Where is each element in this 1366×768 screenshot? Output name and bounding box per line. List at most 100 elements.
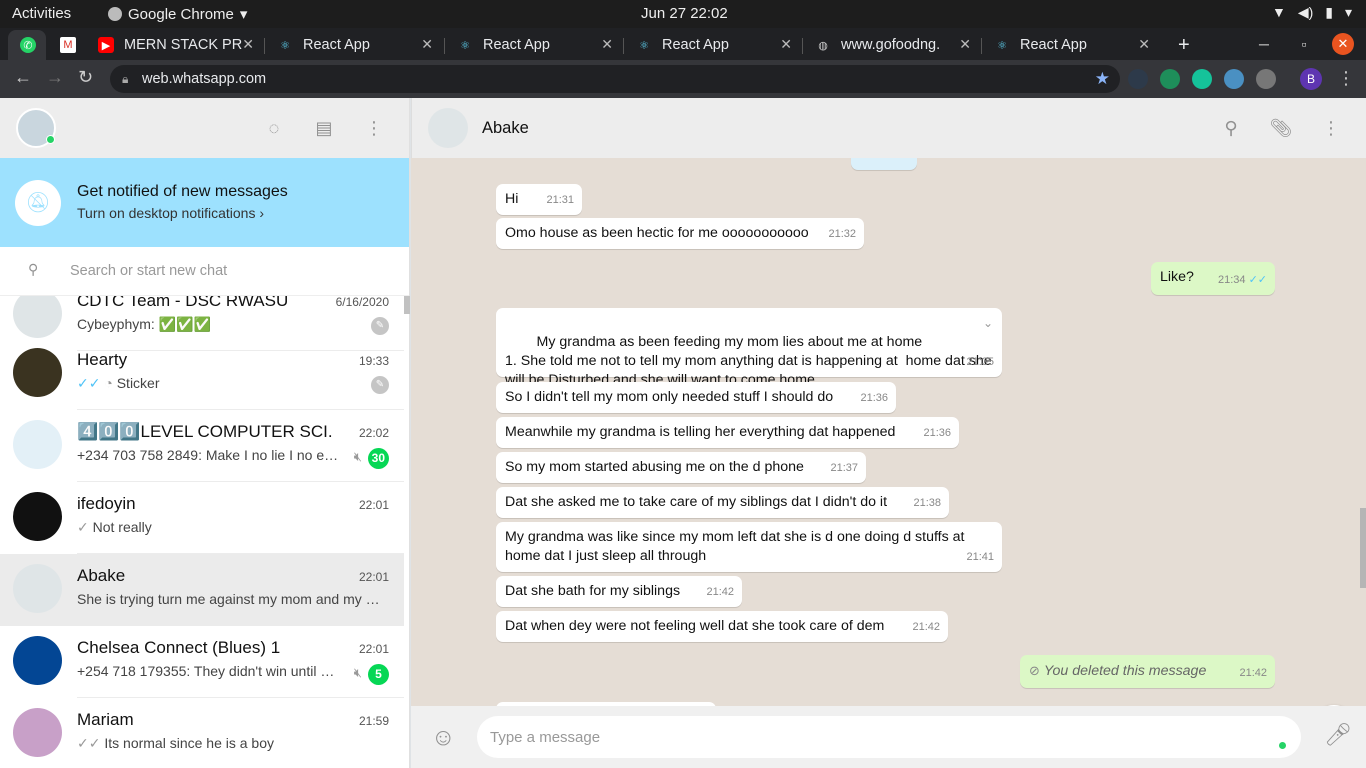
- deleted-message-bubble[interactable]: ⊘ You deleted this message 21:42: [1020, 655, 1275, 688]
- url-text: web.whatsapp.com: [142, 71, 267, 87]
- message-bubble[interactable]: Meanwhile my grandma is telling her ever…: [496, 417, 959, 448]
- pin-icon: ✎: [371, 317, 389, 335]
- app-name: Google Chrome: [128, 5, 234, 23]
- close-window-icon[interactable]: ✕: [1332, 33, 1354, 55]
- tab-label: MERN STACK PRO: [124, 37, 242, 53]
- grammarly-icon[interactable]: [1192, 69, 1212, 89]
- minimize-icon[interactable]: ─: [1244, 36, 1284, 52]
- extension-icon[interactable]: [1160, 69, 1180, 89]
- chat-preview: ✓✓ ◔ Sticker: [77, 375, 160, 391]
- activities-button[interactable]: Activities: [12, 5, 71, 22]
- tab-react-app-1[interactable]: ⚛ React App ✕: [265, 30, 443, 60]
- chat-name: 4️⃣0️⃣0️⃣LEVEL COMPUTER SCI.: [77, 422, 333, 441]
- contact-name[interactable]: Abake: [482, 119, 529, 138]
- chat-preview: +234 703 758 2849: Make I no lie I no e…: [77, 447, 339, 463]
- notification-banner[interactable]: 🔕︎ Get notified of new messages Turn on …: [0, 158, 409, 247]
- notification-link[interactable]: Turn on desktop notifications ›: [77, 205, 264, 221]
- menu-icon[interactable]: ⋮: [362, 116, 386, 140]
- avatar: [13, 492, 62, 541]
- emoji-icon[interactable]: ☺: [431, 724, 456, 752]
- chat-name: Mariam: [77, 710, 134, 729]
- chat-preview: ✓ Not really: [77, 519, 152, 535]
- new-chat-icon[interactable]: ▤: [312, 116, 336, 140]
- back-icon[interactable]: ←: [14, 67, 32, 88]
- chat-item-mariam[interactable]: Mariam 21:59 ✓✓ Its normal since he is a…: [0, 698, 404, 768]
- extension-icon[interactable]: [1256, 69, 1276, 89]
- menu-icon[interactable]: ⋮: [1319, 116, 1343, 140]
- browser-menu-icon[interactable]: ⋮: [1337, 68, 1355, 89]
- message-bubble[interactable]: Dat she bath for my siblings 21:42: [496, 576, 742, 607]
- close-tab-icon[interactable]: ✕: [242, 36, 254, 53]
- message-bubble[interactable]: So my mom started abusing me on the d ph…: [496, 452, 866, 483]
- message-bubble[interactable]: Dat when dey were not feeling well dat s…: [496, 611, 948, 642]
- window-controls: ─ ▫ ✕: [1244, 28, 1366, 60]
- new-tab-button[interactable]: +: [1166, 30, 1196, 60]
- tab-gmail[interactable]: M: [48, 30, 86, 60]
- clock[interactable]: Jun 27 22:02: [641, 5, 728, 22]
- app-menu[interactable]: Google Chrome ▾: [108, 5, 247, 23]
- search-icon[interactable]: ⚲: [1219, 116, 1243, 140]
- search-input[interactable]: [70, 257, 390, 285]
- system-tray[interactable]: ▼ ◀) ▮ ▾: [1272, 4, 1352, 21]
- message-bubble[interactable]: My grandma was like since my mom left da…: [496, 522, 1002, 572]
- tab-gofoodng[interactable]: ◍ www.gofoodng. ✕: [803, 30, 981, 60]
- bookmark-star-icon[interactable]: ★: [1095, 65, 1110, 93]
- chat-item-400level[interactable]: 4️⃣0️⃣0️⃣LEVEL COMPUTER SCI. 22:02 +234 …: [0, 410, 404, 482]
- chat-item-ifedoyin[interactable]: ifedoyin 22:01 ✓ Not really: [0, 482, 404, 554]
- close-tab-icon[interactable]: ✕: [421, 36, 433, 53]
- message-bubble[interactable]: So I didn't tell my mom only needed stuf…: [496, 382, 896, 413]
- chat-time: 22:01: [358, 498, 389, 512]
- react-icon: ⚛: [460, 39, 470, 52]
- avatar: [13, 564, 62, 613]
- status-icon[interactable]: ◌: [262, 116, 286, 140]
- message-bubble[interactable]: Like? 21:34 ✓✓: [1151, 262, 1275, 295]
- tab-react-app-2[interactable]: ⚛ React App ✕: [445, 30, 623, 60]
- tab-react-app-3[interactable]: ⚛ React App ✕: [624, 30, 802, 60]
- attach-icon[interactable]: 📎︎: [1269, 116, 1293, 140]
- message-bubble[interactable]: Dat she asked me to take care of my sibl…: [496, 487, 949, 518]
- battery-icon: ▮: [1325, 4, 1333, 20]
- chat-preview: ✓✓ Its normal since he is a boy: [77, 735, 274, 751]
- address-bar[interactable]: 🔒︎ web.whatsapp.com ★: [110, 65, 1120, 93]
- message-bubble[interactable]: Hi 21:31: [496, 184, 582, 215]
- close-tab-icon[interactable]: ✕: [1138, 36, 1150, 53]
- avatar[interactable]: [16, 108, 56, 148]
- globe-icon: ◍: [818, 39, 828, 52]
- profile-avatar[interactable]: B: [1300, 68, 1322, 90]
- chat-name: Chelsea Connect (Blues) 1: [77, 638, 281, 657]
- message-bubble[interactable]: My grandma as been feeding my mom lies a…: [496, 308, 1002, 388]
- message-input[interactable]: [477, 716, 1301, 758]
- chat-list-scrollbar[interactable]: [404, 296, 410, 314]
- message-scrollbar[interactable]: [1360, 508, 1366, 588]
- double-check-icon: ✓✓: [77, 375, 101, 391]
- chat-item-abake[interactable]: Abake 22:01 She is trying turn me agains…: [0, 554, 404, 626]
- close-tab-icon[interactable]: ✕: [780, 36, 792, 53]
- date-chip: [851, 158, 917, 170]
- chevron-down-icon[interactable]: ⌄: [983, 314, 993, 333]
- avatar[interactable]: [428, 108, 468, 148]
- close-tab-icon[interactable]: ✕: [601, 36, 613, 53]
- forward-icon[interactable]: →: [46, 67, 64, 88]
- message-bubble[interactable]: Omo house as been hectic for me oooooooo…: [496, 218, 864, 249]
- chevron-down-icon: ▾: [239, 6, 248, 23]
- close-tab-icon[interactable]: ✕: [959, 36, 971, 53]
- extension-icon[interactable]: [1224, 69, 1244, 89]
- reload-icon[interactable]: ↻: [78, 67, 93, 88]
- chat-item-chelsea[interactable]: Chelsea Connect (Blues) 1 22:01 +254 718…: [0, 626, 404, 698]
- typing-indicator: [1279, 742, 1286, 749]
- maximize-icon[interactable]: ▫: [1284, 36, 1324, 52]
- lock-icon[interactable]: 🔒︎: [122, 65, 128, 93]
- chat-item-hearty[interactable]: Hearty 19:33 ✓✓ ◔ Sticker ✎: [0, 338, 404, 410]
- tab-whatsapp[interactable]: ✆: [8, 30, 46, 60]
- react-devtools-icon[interactable]: [1128, 69, 1148, 89]
- composer: ☺ 🎤︎: [411, 706, 1366, 768]
- volume-icon: ◀): [1297, 4, 1314, 20]
- tab-mern-stack[interactable]: ▶ MERN STACK PRO ✕: [86, 30, 264, 60]
- chat-preview: She is trying turn me against my mom and…: [77, 591, 380, 607]
- tab-react-app-4[interactable]: ⚛ React App ✕: [982, 30, 1160, 60]
- microphone-icon[interactable]: 🎤︎: [1324, 722, 1352, 748]
- react-icon: ⚛: [280, 39, 290, 52]
- chat-time: 22:01: [358, 642, 389, 656]
- chat-name: CDTC Team - DSC RWASU: [77, 296, 289, 310]
- whatsapp-icon: ✆: [20, 37, 36, 53]
